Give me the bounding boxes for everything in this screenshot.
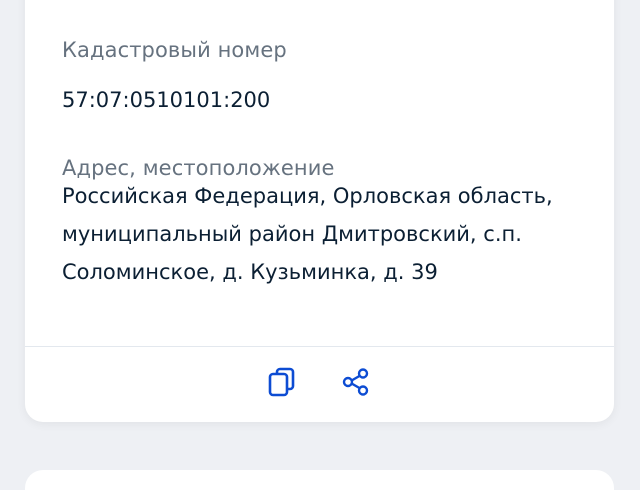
copy-icon	[268, 367, 295, 397]
share-icon	[342, 368, 369, 396]
object-details-card: Кадастровый номер 57:07:0510101:200 Адре…	[25, 0, 614, 422]
address-line: Российская Федерация, Орловская область,	[62, 184, 553, 208]
copy-button[interactable]	[265, 365, 299, 399]
next-card-edge	[25, 470, 614, 490]
card-actions	[25, 347, 614, 422]
address-value: Российская Федерация, Орловская область,…	[62, 177, 553, 291]
share-button[interactable]	[339, 365, 373, 399]
address-line: муниципальный район Дмитровский, с.п.	[62, 222, 522, 246]
cadastral-number-label: Кадастровый номер	[62, 38, 287, 62]
cadastral-number-value: 57:07:0510101:200	[62, 88, 271, 112]
address-line: Соломинское, д. Кузьминка, д. 39	[62, 260, 438, 284]
